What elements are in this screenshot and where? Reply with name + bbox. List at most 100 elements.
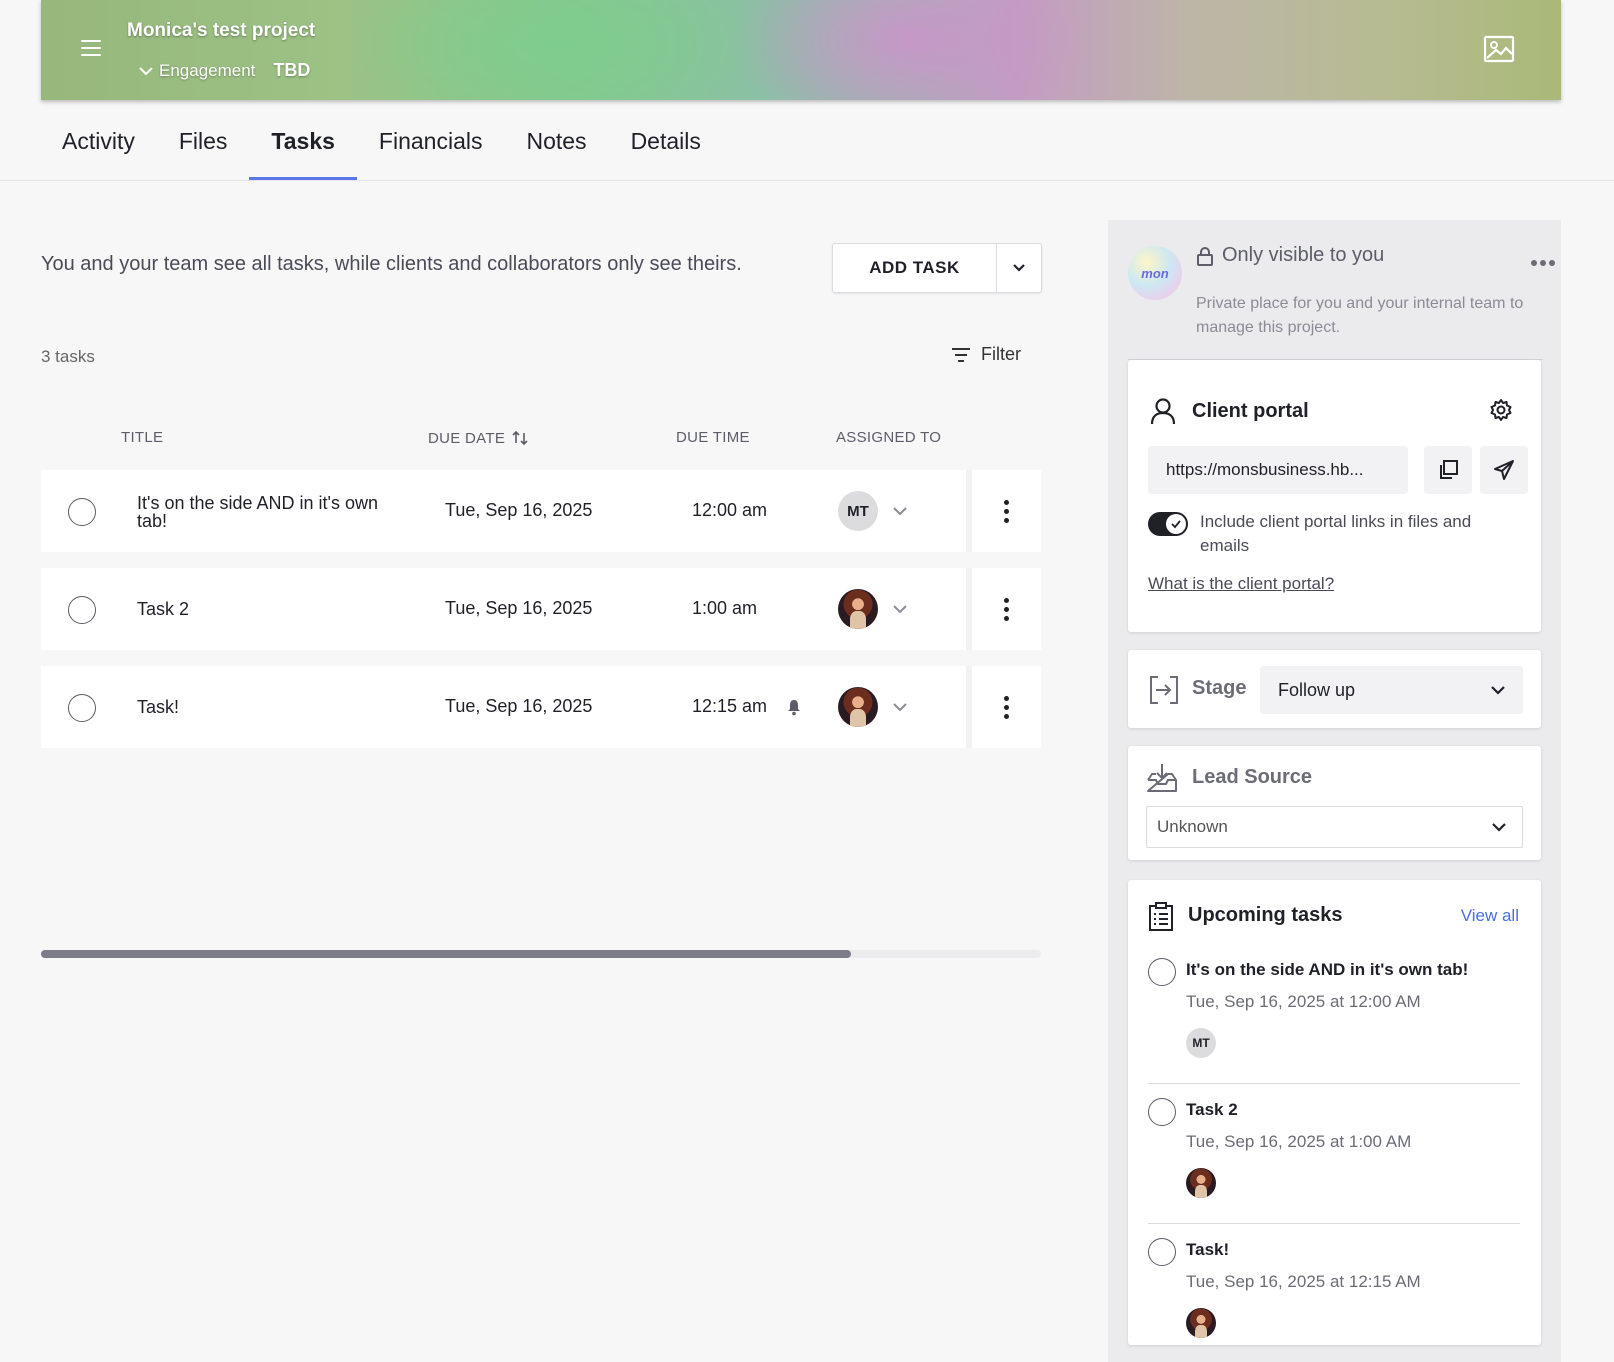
task-complete-checkbox[interactable] [1148, 1238, 1176, 1266]
task-list-icon [1149, 902, 1173, 931]
include-portal-links-toggle[interactable] [1148, 512, 1188, 536]
scrollbar-thumb[interactable] [41, 950, 851, 958]
toggle-knob [1166, 514, 1186, 534]
filter-icon [952, 347, 970, 362]
task-due-time[interactable]: 1:00 am [692, 598, 757, 619]
chevron-down-icon [1492, 823, 1506, 832]
view-all-tasks-link[interactable]: View all [1461, 906, 1519, 926]
hamburger-menu-icon[interactable] [81, 40, 101, 58]
stage-label: Stage [1192, 677, 1247, 699]
upcoming-task-item[interactable]: Task! Tue, Sep 16, 2025 at 12:15 AM [1148, 1224, 1520, 1345]
column-header-due-date[interactable]: DUE DATE [428, 429, 529, 447]
tasks-intro-text: You and your team see all tasks, while c… [41, 253, 742, 275]
assignee-dropdown-chevron-icon[interactable] [891, 600, 909, 618]
task-complete-checkbox[interactable] [1148, 1098, 1176, 1126]
private-description: Private place for you and your internal … [1196, 295, 1524, 336]
task-due-date[interactable]: Tue, Sep 16, 2025 [445, 500, 592, 521]
tab-details[interactable]: Details [609, 118, 723, 180]
checkmark-icon [1171, 520, 1181, 529]
lead-source-card: Lead Source Unknown [1128, 746, 1541, 860]
assignee-dropdown-chevron-icon[interactable] [891, 502, 909, 520]
task-more-options-button[interactable] [966, 568, 1041, 650]
stage-value: Follow up [1278, 679, 1356, 700]
task-row[interactable]: Task 2 Tue, Sep 16, 2025 1:00 am [41, 568, 1041, 650]
filter-button[interactable]: Filter [951, 344, 1021, 365]
task-row[interactable]: Task! Tue, Sep 16, 2025 12:15 am [41, 666, 1041, 748]
sort-icon [512, 430, 528, 446]
upcoming-task-name[interactable]: It's on the side AND in it's own tab! [1186, 960, 1468, 980]
task-title[interactable]: Task 2 [137, 600, 407, 618]
task-row[interactable]: It's on the side AND in it's own tab! Tu… [41, 470, 1041, 552]
private-heading-label: Only visible to you [1222, 244, 1385, 266]
project-tabs: Activity Files Tasks Financials Notes De… [40, 118, 723, 180]
company-logo: mon [1128, 246, 1182, 300]
upcoming-task-due: Tue, Sep 16, 2025 at 12:15 AM [1186, 1272, 1421, 1291]
task-due-date[interactable]: Tue, Sep 16, 2025 [445, 598, 592, 619]
engagement-selector[interactable]: Engagement TBD [137, 60, 310, 81]
horizontal-scrollbar[interactable] [41, 950, 1041, 958]
project-header-banner: Monica's test project Engagement TBD [41, 0, 1561, 100]
upcoming-task-item[interactable]: Task 2 Tue, Sep 16, 2025 at 1:00 AM [1148, 1084, 1520, 1224]
include-portal-links-label: Include client portal links in files and… [1200, 512, 1472, 555]
project-title[interactable]: Monica's test project [127, 20, 315, 42]
tab-notes[interactable]: Notes [504, 118, 608, 180]
task-title[interactable]: Task! [137, 698, 407, 716]
engagement-label: Engagement [159, 60, 256, 80]
chevron-down-icon [1013, 264, 1025, 272]
gear-icon[interactable] [1489, 398, 1513, 422]
add-task-split-button: ADD TASK [832, 243, 1042, 293]
task-complete-checkbox[interactable] [68, 694, 96, 722]
task-count: 3 tasks [41, 347, 95, 366]
lead-source-dropdown[interactable]: Unknown [1146, 806, 1523, 848]
assignee-avatar [1186, 1168, 1216, 1198]
tab-files[interactable]: Files [157, 118, 250, 180]
upcoming-task-name[interactable]: Task! [1186, 1240, 1229, 1260]
engagement-value: TBD [273, 60, 311, 80]
project-sidebar: mon Only visible to you Private place fo… [1108, 220, 1561, 1362]
tab-financials[interactable]: Financials [357, 118, 505, 180]
task-complete-checkbox[interactable] [1148, 958, 1176, 986]
tab-activity[interactable]: Activity [40, 118, 157, 180]
due-date-header-label: DUE DATE [428, 429, 506, 447]
assignee-avatar[interactable] [838, 589, 878, 629]
task-due-date[interactable]: Tue, Sep 16, 2025 [445, 696, 592, 717]
private-heading: Only visible to you [1196, 244, 1384, 267]
copy-link-button[interactable] [1424, 446, 1472, 494]
task-title[interactable]: It's on the side AND in it's own tab! [137, 494, 407, 530]
send-icon [1494, 460, 1514, 480]
stage-dropdown[interactable]: Follow up [1260, 666, 1523, 714]
assignee-avatar[interactable]: MT [838, 491, 878, 531]
assignee-avatar[interactable] [838, 687, 878, 727]
add-task-options-button[interactable] [997, 244, 1041, 292]
add-task-button[interactable]: ADD TASK [833, 244, 997, 292]
send-link-button[interactable] [1480, 446, 1528, 494]
sidebar-more-options-button[interactable] [1531, 260, 1555, 266]
assignee-dropdown-chevron-icon[interactable] [891, 698, 909, 716]
copy-icon [1440, 460, 1458, 479]
client-portal-url-field[interactable]: https://monsbusiness.hb... [1148, 446, 1408, 494]
upcoming-task-name[interactable]: Task 2 [1186, 1100, 1238, 1120]
client-portal-label: Client portal [1192, 399, 1309, 422]
filter-label: Filter [981, 344, 1021, 364]
inbox-download-icon [1147, 764, 1177, 792]
user-icon [1150, 398, 1176, 425]
task-more-options-button[interactable] [966, 470, 1041, 552]
task-due-time[interactable]: 12:00 am [692, 500, 767, 521]
client-portal-card: Client portal https://monsbusiness.hb...… [1128, 360, 1541, 632]
task-complete-checkbox[interactable] [68, 596, 96, 624]
task-more-options-button[interactable] [966, 666, 1041, 748]
chevron-down-icon [139, 66, 153, 75]
column-header-title[interactable]: TITLE [121, 429, 163, 446]
column-header-assigned-to[interactable]: ASSIGNED TO [836, 429, 941, 446]
lock-icon [1197, 246, 1213, 266]
stage-arrow-icon [1150, 676, 1178, 704]
column-header-due-time[interactable]: DUE TIME [676, 429, 750, 446]
task-due-time[interactable]: 12:15 am [692, 696, 767, 717]
change-cover-image-icon[interactable] [1483, 35, 1515, 63]
client-portal-help-link[interactable]: What is the client portal? [1148, 574, 1334, 594]
reminder-bell-icon [788, 700, 800, 716]
upcoming-tasks-card: Upcoming tasks View all It's on the side… [1128, 880, 1541, 1345]
tab-tasks[interactable]: Tasks [249, 118, 357, 180]
task-complete-checkbox[interactable] [68, 498, 96, 526]
upcoming-task-item[interactable]: It's on the side AND in it's own tab! Tu… [1148, 944, 1520, 1084]
